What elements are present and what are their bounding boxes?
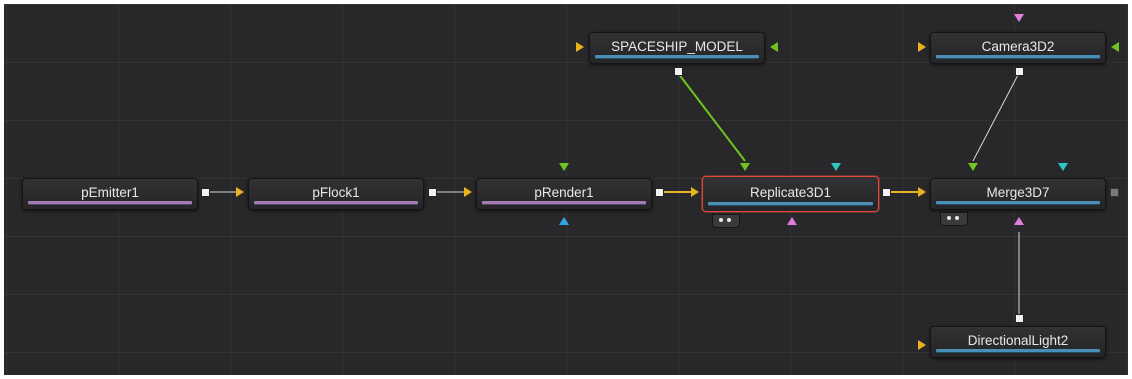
node-replicate3d1[interactable]: Replicate3D1 xyxy=(702,176,879,212)
node-pemitter1[interactable]: pEmitter1 xyxy=(22,178,198,210)
node-spaceship-model-label: SPACESHIP_MODEL xyxy=(611,39,743,54)
node-type-bar xyxy=(936,55,1100,58)
camera-side-input-icon[interactable] xyxy=(1111,42,1119,52)
prender1-output-port[interactable] xyxy=(655,188,664,197)
node-type-bar xyxy=(936,201,1100,204)
node-type-bar xyxy=(936,349,1100,352)
directionallight2-input-arrow-icon[interactable] xyxy=(918,340,926,350)
link-camera-merge xyxy=(972,72,1020,162)
replicate3d1-top-input-icon[interactable] xyxy=(740,163,750,171)
camera-output-port[interactable] xyxy=(1015,67,1024,76)
merge3d7-output-port[interactable] xyxy=(1110,188,1119,197)
node-type-bar xyxy=(595,55,759,58)
camera-input-arrow-icon[interactable] xyxy=(918,42,926,52)
merge3d7-more-inputs-icon[interactable] xyxy=(940,212,968,226)
pflock1-input-arrow-icon[interactable] xyxy=(236,187,244,197)
node-directionallight2[interactable]: DirectionalLight2 xyxy=(930,326,1106,358)
replicate3d1-bottom-input-icon[interactable] xyxy=(787,217,797,225)
replicate3d1-output-port[interactable] xyxy=(882,188,891,197)
node-type-bar xyxy=(254,201,418,204)
merge3d7-top-input2-icon[interactable] xyxy=(1058,163,1068,171)
replicate3d1-top-input2-icon[interactable] xyxy=(831,163,841,171)
pemitter1-output-port[interactable] xyxy=(201,188,210,197)
spaceship-input-arrow-icon[interactable] xyxy=(576,42,584,52)
node-pflock1-label: pFlock1 xyxy=(312,185,360,200)
merge3d7-input-arrow-icon[interactable] xyxy=(918,187,926,197)
prender1-bottom-input-icon[interactable] xyxy=(559,217,569,225)
merge3d7-top-input-icon[interactable] xyxy=(968,163,978,171)
node-spaceship-model[interactable]: SPACESHIP_MODEL xyxy=(589,32,765,64)
node-replicate3d1-label: Replicate3D1 xyxy=(749,185,832,200)
node-editor-canvas[interactable]: SPACESHIP_MODEL Camera3D2 pEmitter1 pFlo… xyxy=(4,4,1128,375)
camera-top-input-icon[interactable] xyxy=(1014,14,1024,22)
node-type-bar xyxy=(28,201,192,204)
merge3d7-bottom-input-icon[interactable] xyxy=(1014,217,1024,225)
node-pemitter1-label: pEmitter1 xyxy=(81,185,139,200)
node-camera3d2-label: Camera3D2 xyxy=(981,39,1055,54)
replicate3d1-input-arrow-icon[interactable] xyxy=(691,187,699,197)
node-prender1-label: pRender1 xyxy=(534,185,594,200)
pflock1-output-port[interactable] xyxy=(428,188,437,197)
prender1-input-arrow-icon[interactable] xyxy=(464,187,472,197)
spaceship-side-input-icon[interactable] xyxy=(770,42,778,52)
replicate3d1-more-inputs-icon[interactable] xyxy=(712,214,740,228)
node-merge3d7-label: Merge3D7 xyxy=(986,185,1050,200)
node-pflock1[interactable]: pFlock1 xyxy=(248,178,424,210)
node-prender1[interactable]: pRender1 xyxy=(476,178,652,210)
node-camera3d2[interactable]: Camera3D2 xyxy=(930,32,1106,64)
spaceship-output-port[interactable] xyxy=(674,67,683,76)
directionallight2-output-port[interactable] xyxy=(1015,314,1024,323)
link-spaceship-replicate xyxy=(677,72,746,162)
node-merge3d7[interactable]: Merge3D7 xyxy=(930,178,1106,210)
node-type-bar xyxy=(708,202,873,205)
node-type-bar xyxy=(482,201,646,204)
prender1-top-input-icon[interactable] xyxy=(559,163,569,171)
node-directionallight2-label: DirectionalLight2 xyxy=(967,333,1069,348)
